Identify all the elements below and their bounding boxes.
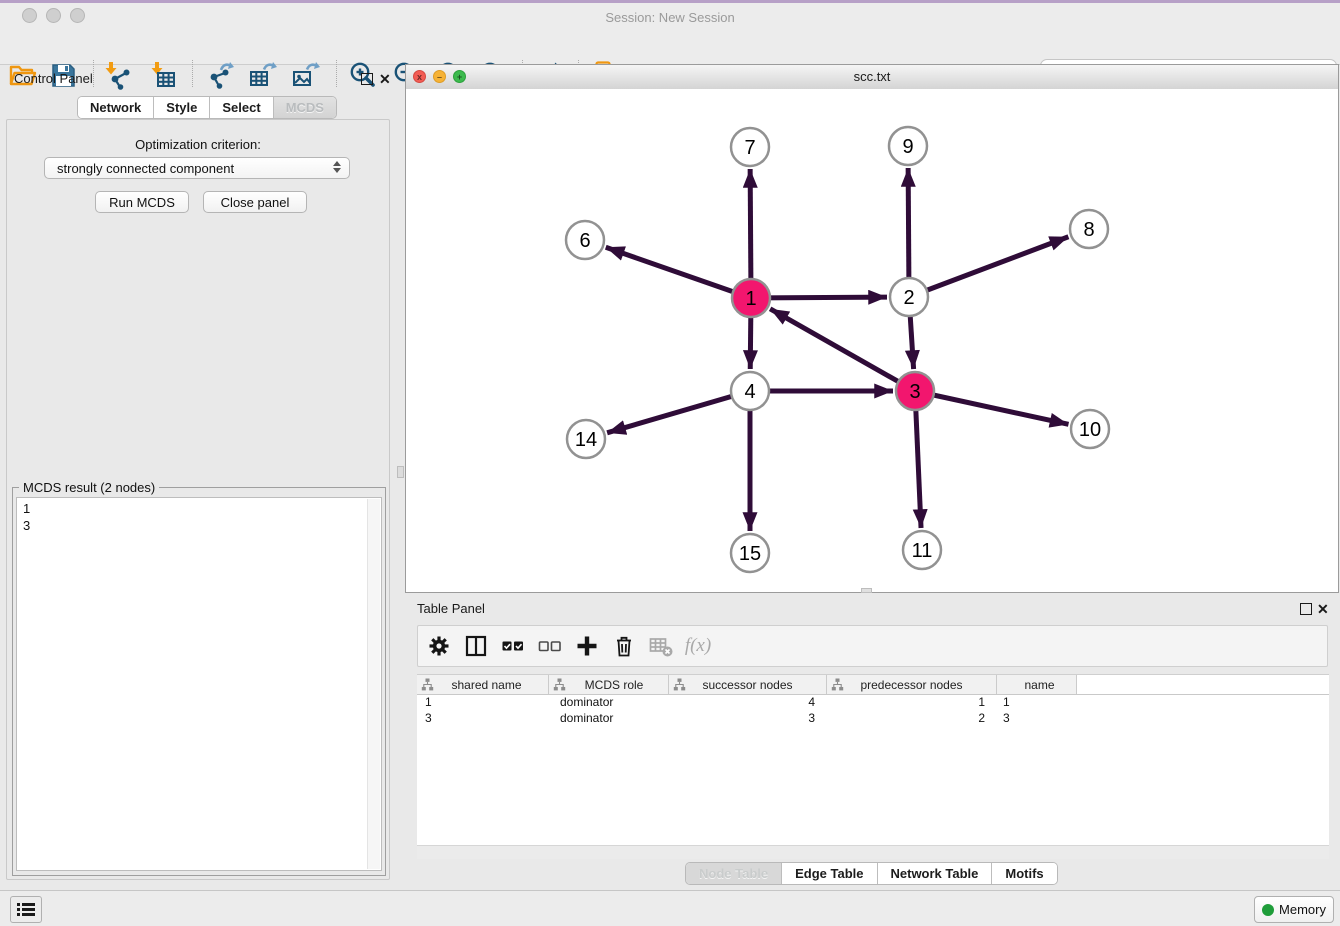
- edge-1-2[interactable]: [751, 297, 887, 298]
- vertical-splitter-handle[interactable]: [397, 466, 404, 478]
- control-panel-tabs: Network Style Select MCDS: [77, 96, 337, 119]
- close-panel-icon[interactable]: ✕: [379, 73, 391, 85]
- delete-rows-icon[interactable]: [611, 633, 637, 659]
- result-scrollbar[interactable]: [367, 499, 380, 869]
- optimization-criterion-label: Optimization criterion:: [0, 137, 396, 152]
- status-bar: [0, 890, 1340, 926]
- tab-motifs[interactable]: Motifs: [992, 863, 1056, 884]
- table-cell: 3: [417, 711, 549, 727]
- table-header-row: shared name MCDS role successor nodes pr…: [417, 675, 1329, 695]
- table-cell: dominator: [549, 711, 669, 727]
- table-settings-icon[interactable]: [426, 633, 452, 659]
- table-panel: Table Panel ✕ f(x): [405, 594, 1340, 890]
- list-icon: [17, 902, 35, 917]
- node-label-3: 3: [909, 381, 920, 403]
- node-label-8: 8: [1083, 219, 1094, 241]
- criterion-select[interactable]: strongly connected component: [44, 157, 350, 179]
- node-label-9: 9: [902, 136, 913, 158]
- select-chevrons-icon: [333, 161, 341, 173]
- network-graph[interactable]: 7 9 6 8 1 2 4 3 14 10 15 11: [406, 89, 1338, 592]
- tab-network[interactable]: Network: [78, 97, 154, 118]
- unselect-all-icon[interactable]: [537, 633, 563, 659]
- node-label-15: 15: [739, 543, 761, 565]
- column-header-mcds-role[interactable]: MCDS role: [549, 675, 669, 694]
- memory-status-dot: [1262, 904, 1274, 916]
- table-cell: 3: [669, 711, 827, 727]
- node-label-11: 11: [912, 540, 933, 562]
- memory-button[interactable]: Memory: [1254, 896, 1334, 923]
- column-header-name[interactable]: name: [997, 675, 1077, 694]
- table-cell: 2: [827, 711, 997, 727]
- table-tabs: Node Table Edge Table Network Table Moti…: [685, 862, 1058, 885]
- sitemap-icon: [831, 678, 844, 694]
- main-toolbar: [0, 28, 1340, 65]
- function-builder-icon: f(x): [685, 633, 711, 659]
- tab-edge-table[interactable]: Edge Table: [782, 863, 877, 884]
- node-label-1: 1: [745, 288, 756, 310]
- float-panel-icon[interactable]: [361, 73, 373, 85]
- tab-style[interactable]: Style: [154, 97, 210, 118]
- sitemap-icon: [553, 678, 566, 694]
- column-header-shared-name[interactable]: shared name: [417, 675, 549, 694]
- edge-2-8[interactable]: [909, 237, 1068, 297]
- table-panel-title: Table Panel: [417, 601, 485, 616]
- node-label-6: 6: [579, 230, 590, 252]
- edge-1-6[interactable]: [606, 247, 751, 298]
- table-row[interactable]: 3dominator323: [417, 711, 1329, 727]
- edge-3-11[interactable]: [915, 391, 921, 528]
- column-header-predecessor-nodes[interactable]: predecessor nodes: [827, 675, 997, 694]
- criterion-value: strongly connected component: [57, 161, 234, 176]
- mcds-result-group: MCDS result (2 nodes) 1 3: [12, 487, 386, 876]
- tab-node-table[interactable]: Node Table: [686, 863, 782, 884]
- close-table-panel-icon[interactable]: ✕: [1317, 603, 1329, 615]
- horizontal-splitter-handle[interactable]: [861, 588, 872, 593]
- edge-4-14[interactable]: [607, 391, 750, 433]
- node-label-7: 7: [744, 137, 755, 159]
- table-hscrollbar[interactable]: [417, 845, 1329, 859]
- network-window-title: scc.txt: [406, 69, 1338, 84]
- app-titlebar: Session: New Session: [0, 3, 1340, 28]
- node-label-4: 4: [744, 381, 755, 403]
- node-label-10: 10: [1079, 419, 1101, 441]
- tab-network-table[interactable]: Network Table: [878, 863, 993, 884]
- tab-select[interactable]: Select: [210, 97, 273, 118]
- network-view-window: x – + scc.txt 7 9 6 8 1 2 4 3 14 10 15 11: [405, 64, 1339, 593]
- column-header-successor-nodes[interactable]: successor nodes: [669, 675, 827, 694]
- table-cell: 1: [827, 695, 997, 711]
- delete-table-icon: [648, 633, 674, 659]
- table-row[interactable]: 1dominator411: [417, 695, 1329, 711]
- table-cell: 4: [669, 695, 827, 711]
- app-title: Session: New Session: [0, 10, 1340, 25]
- memory-label: Memory: [1279, 902, 1326, 917]
- mcds-result-title: MCDS result (2 nodes): [19, 480, 159, 495]
- control-panel-header: Control Panel ✕: [0, 64, 396, 92]
- node-table-body: 1dominator4113dominator323: [417, 695, 1329, 727]
- network-canvas[interactable]: 7 9 6 8 1 2 4 3 14 10 15 11: [406, 89, 1338, 592]
- table-cell: dominator: [549, 695, 669, 711]
- application-window: Session: New Session: [0, 0, 1340, 926]
- control-panel-title: Control Panel: [14, 71, 93, 86]
- add-row-icon[interactable]: [574, 633, 600, 659]
- mcds-result-textarea[interactable]: 1 3: [16, 497, 382, 871]
- run-mcds-button[interactable]: Run MCDS: [95, 191, 189, 213]
- sitemap-icon: [421, 678, 434, 694]
- select-all-icon[interactable]: [500, 633, 526, 659]
- tab-mcds[interactable]: MCDS: [274, 97, 336, 118]
- task-history-button[interactable]: [10, 896, 42, 923]
- node-label-2: 2: [903, 287, 914, 309]
- table-cell: 3: [997, 711, 1077, 727]
- node-table: shared name MCDS role successor nodes pr…: [417, 674, 1329, 846]
- edge-3-10[interactable]: [915, 391, 1069, 424]
- split-columns-icon[interactable]: [463, 633, 489, 659]
- table-cell: 1: [997, 695, 1077, 711]
- table-toolbar: f(x): [417, 625, 1328, 667]
- float-table-panel-icon[interactable]: [1300, 603, 1312, 615]
- close-panel-button[interactable]: Close panel: [203, 191, 307, 213]
- network-window-titlebar[interactable]: x – + scc.txt: [406, 65, 1338, 90]
- edge-3-1[interactable]: [770, 309, 915, 391]
- node-label-14: 14: [575, 429, 597, 451]
- table-cell: 1: [417, 695, 549, 711]
- mcds-result-text: 1 3: [23, 500, 381, 534]
- sitemap-icon: [673, 678, 686, 694]
